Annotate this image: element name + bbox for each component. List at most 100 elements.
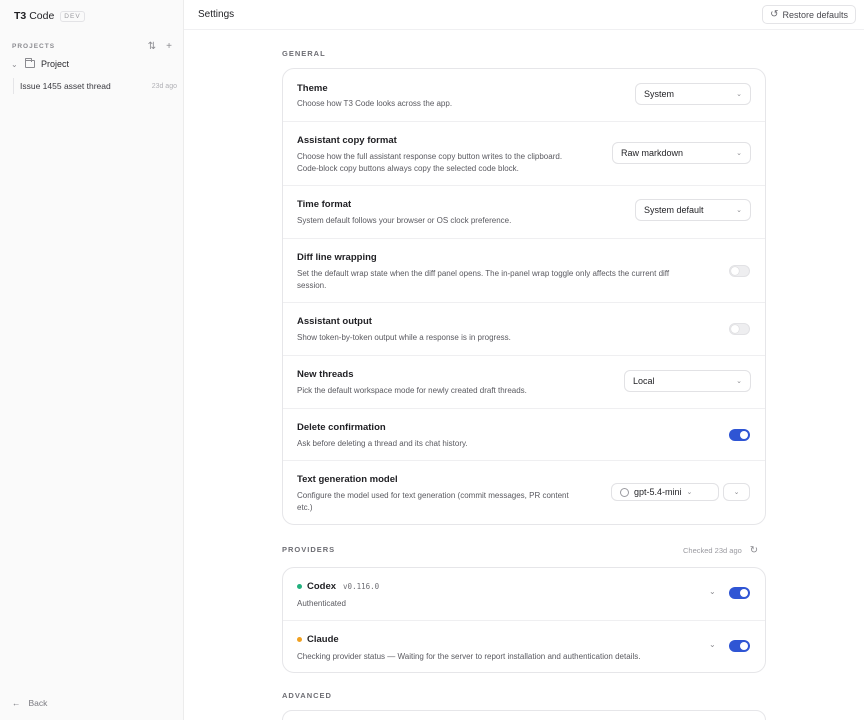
app-name: T3 Code xyxy=(14,10,54,22)
chevron-down-icon[interactable]: ⌄ xyxy=(709,587,716,596)
provider-row: Claude Checking provider status — Waitin… xyxy=(283,621,765,672)
setting-description: Choose how T3 Code looks across the app. xyxy=(297,99,453,108)
select-value: System xyxy=(644,89,675,99)
diff-wrap-toggle[interactable] xyxy=(729,265,750,277)
status-dot xyxy=(297,637,302,642)
brand-prefix: T3 xyxy=(14,10,27,22)
setting-title: Time format xyxy=(297,199,352,210)
dev-badge: DEV xyxy=(60,10,85,22)
setting-description: Configure the model used for text genera… xyxy=(297,490,569,513)
delete-confirmation-toggle[interactable] xyxy=(729,429,750,441)
description-line: Code-block copy buttons always copy the … xyxy=(297,163,519,173)
provider-status: Authenticated xyxy=(297,599,346,608)
chevron-down-icon: ⌄ xyxy=(733,489,740,496)
setting-description: System default follows your browser or O… xyxy=(297,216,512,225)
page-title: Settings xyxy=(198,9,235,20)
back-button[interactable]: ← Back xyxy=(12,698,47,708)
provider-header: Claude xyxy=(297,634,339,645)
checked-label: Checked 23d ago xyxy=(683,546,742,555)
time-format-select[interactable]: System default ⌄ xyxy=(635,199,751,221)
setting-new-threads: New threads Pick the default workspace m… xyxy=(283,356,765,409)
projects-header: PROJECTS ⇅ + xyxy=(12,41,172,52)
project-item[interactable]: ⌄ Project xyxy=(11,58,70,69)
restore-defaults-button[interactable]: ↺ Restore defaults xyxy=(762,5,856,24)
section-advanced-title: ADVANCED xyxy=(282,691,332,700)
arrow-left-icon: ← xyxy=(12,698,21,708)
refresh-icon[interactable]: ↻ xyxy=(750,545,758,556)
select-value: System default xyxy=(644,205,704,215)
select-value: Raw markdown xyxy=(621,148,684,158)
thread-item[interactable]: Issue 1455 asset thread 23d ago xyxy=(13,78,177,94)
restore-label: Restore defaults xyxy=(782,9,848,20)
brand-suffix: Code xyxy=(29,10,55,22)
description-line: etc.) xyxy=(297,502,313,512)
provider-name: Codex xyxy=(307,581,337,592)
providers-checked-status: Checked 23d ago ↻ xyxy=(683,545,758,556)
setting-text-model: Text generation model Configure the mode… xyxy=(283,461,765,524)
setting-title: Assistant output xyxy=(297,316,372,327)
setting-copy-format: Assistant copy format Choose how the ful… xyxy=(283,122,765,186)
description-line: Set the default wrap state when the diff… xyxy=(297,269,670,278)
setting-title: Theme xyxy=(297,83,328,94)
theme-select[interactable]: System ⌄ xyxy=(635,83,751,105)
provider-toggle[interactable] xyxy=(729,640,750,652)
setting-description: Set the default wrap state when the diff… xyxy=(297,268,717,291)
setting-title: Delete confirmation xyxy=(297,422,386,433)
back-label: Back xyxy=(28,698,48,708)
setting-title: Text generation model xyxy=(297,474,398,485)
thread-title: Issue 1455 asset thread xyxy=(20,81,111,91)
section-providers-title: PROVIDERS xyxy=(282,545,336,554)
chevron-down-icon: ⌄ xyxy=(736,91,742,98)
brand: T3 Code DEV xyxy=(14,10,85,22)
provider-name: Claude xyxy=(307,634,339,645)
advanced-card xyxy=(282,710,766,720)
provider-row: Codex v0.116.0 Authenticated ⌄ xyxy=(283,568,765,621)
setting-description: Pick the default workspace mode for newl… xyxy=(297,386,527,395)
openai-icon xyxy=(620,487,629,497)
thread-time: 23d ago xyxy=(151,82,177,90)
chevron-down-icon: ⌄ xyxy=(736,378,742,385)
model-value: gpt-5.4-mini xyxy=(634,487,682,497)
chevron-down-icon[interactable]: ⌄ xyxy=(709,640,716,649)
setting-theme: Theme Choose how T3 Code looks across th… xyxy=(283,69,765,122)
provider-header: Codex v0.116.0 xyxy=(297,581,379,592)
setting-title: Assistant copy format xyxy=(297,135,397,146)
add-project-icon[interactable]: + xyxy=(166,41,172,52)
chevron-down-icon: ⌄ xyxy=(736,207,742,214)
section-general-title: GENERAL xyxy=(282,49,326,58)
description-line: Choose how the full assistant response c… xyxy=(297,152,563,161)
sidebar: T3 Code DEV PROJECTS ⇅ + ⌄ Project Issue… xyxy=(0,0,184,720)
folder-icon xyxy=(25,58,35,68)
provider-version: v0.116.0 xyxy=(343,582,380,591)
text-model-select[interactable]: gpt-5.4-mini ⌄ xyxy=(611,483,719,501)
projects-label: PROJECTS xyxy=(12,43,56,50)
provider-status: Checking provider status — Waiting for t… xyxy=(297,652,641,661)
provider-toggle[interactable] xyxy=(729,587,750,599)
select-value: Local xyxy=(633,376,655,386)
setting-delete-confirmation: Delete confirmation Ask before deleting … xyxy=(283,409,765,461)
setting-description: Ask before deleting a thread and its cha… xyxy=(297,439,468,448)
setting-diff-wrap: Diff line wrapping Set the default wrap … xyxy=(283,239,765,303)
top-bar: Settings ↺ Restore defaults xyxy=(184,0,864,30)
model-options-button[interactable]: ⌄ xyxy=(723,483,750,501)
providers-card: Codex v0.116.0 Authenticated ⌄ Claude Ch… xyxy=(282,567,766,673)
general-card: Theme Choose how T3 Code looks across th… xyxy=(282,68,766,525)
sort-icon[interactable]: ⇅ xyxy=(148,41,156,52)
copy-format-select[interactable]: Raw markdown ⌄ xyxy=(612,142,751,164)
setting-title: Diff line wrapping xyxy=(297,252,377,263)
status-dot xyxy=(297,584,302,589)
reset-icon: ↺ xyxy=(770,9,779,20)
description-line: session. xyxy=(297,280,327,290)
chevron-down-icon: ⌄ xyxy=(686,489,693,496)
setting-time-format: Time format System default follows your … xyxy=(283,186,765,239)
setting-assistant-output: Assistant output Show token-by-token out… xyxy=(283,303,765,356)
new-threads-select[interactable]: Local ⌄ xyxy=(624,370,751,392)
setting-description: Show token-by-token output while a respo… xyxy=(297,333,511,342)
chevron-down-icon[interactable]: ⌄ xyxy=(11,60,19,69)
description-line: Configure the model used for text genera… xyxy=(297,491,569,500)
setting-title: New threads xyxy=(297,369,354,380)
project-name: Project xyxy=(41,59,70,69)
chevron-down-icon: ⌄ xyxy=(736,150,742,157)
setting-description: Choose how the full assistant response c… xyxy=(297,151,562,174)
assistant-output-toggle[interactable] xyxy=(729,323,750,335)
